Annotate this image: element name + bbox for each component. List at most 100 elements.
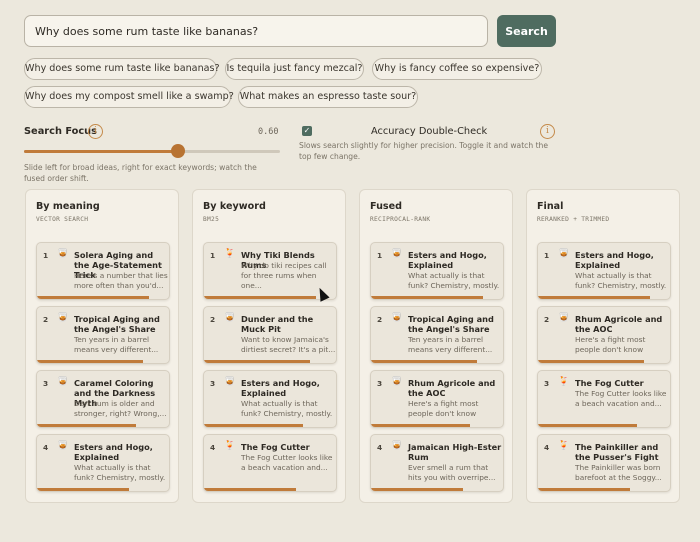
results-column: By meaning VECTOR SEARCH 1 🥃 Solera Aging an… [25, 189, 179, 503]
tiki-cocktail-icon: 🍹 [224, 249, 236, 259]
search-button[interactable]: Search [497, 15, 556, 47]
rum-glass-icon: 🥃 [57, 377, 69, 387]
accuracy-label: Accuracy Double-Check [371, 126, 488, 137]
result-snippet: Here's a fight most people don't know th… [408, 399, 479, 418]
search-input[interactable] [24, 15, 488, 47]
slider-fill [24, 150, 178, 153]
search-focus-help: Slide left for broad ideas, right for ex… [24, 163, 257, 183]
result-title: Esters and Hogo, Explained [408, 250, 487, 270]
result-snippet: Want to know Jamaica's dirtiest secret? … [241, 335, 336, 354]
result-snippet: Dark rum is older and stronger, right? W… [74, 399, 167, 418]
search-bar: Search [24, 15, 556, 48]
result-title: Esters and Hogo, Explained [241, 378, 320, 398]
rum-glass-icon: 🥃 [57, 249, 69, 259]
column-subtitle: RECIPROCAL-RANK [370, 216, 431, 223]
suggestion-chip[interactable]: Why does my compost smell like a swamp? [24, 86, 234, 108]
result-rank: 1 [544, 251, 550, 260]
result-card[interactable]: 1 🥃 Esters and Hogo, Explained What actuall… [537, 242, 671, 300]
column-subtitle: RERANKED + TRIMMED [537, 216, 610, 223]
search-focus-value: 0.60 [258, 127, 279, 137]
result-rank: 1 [210, 251, 216, 260]
rum-glass-icon: 🥃 [57, 441, 69, 451]
result-title: Dunder and the Muck Pit [241, 314, 314, 334]
result-rank: 2 [544, 315, 550, 324]
tiki-cocktail-icon: 🍹 [558, 377, 570, 387]
result-card[interactable]: 2 🥃 Tropical Aging and the Angel's Share Te… [370, 306, 504, 364]
result-rank: 2 [377, 315, 383, 324]
score-bar [538, 360, 644, 363]
result-title: The Fog Cutter [575, 378, 644, 388]
score-bar [538, 296, 651, 299]
result-rank: 4 [377, 443, 383, 452]
result-snippet: What actually is that funk? Chemistry, m… [241, 399, 333, 418]
column-title: Fused [370, 201, 402, 212]
result-title: Rhum Agricole and the AOC [408, 378, 496, 398]
result-snippet: What actually is that funk? Chemistry, m… [74, 463, 166, 482]
info-icon[interactable]: i [88, 124, 103, 139]
result-snippet: Ten years in a barrel means very differe… [408, 335, 493, 354]
result-title: Tropical Aging and the Angel's Share [408, 314, 494, 334]
search-focus-slider[interactable] [24, 144, 280, 158]
result-card[interactable]: 4 🥃 Jamaican High-Ester Rum Ever smell a ru… [370, 434, 504, 492]
result-rank: 3 [544, 379, 550, 388]
column-subtitle: VECTOR SEARCH [36, 216, 89, 223]
score-bar [204, 488, 297, 491]
result-snippet: What actually is that funk? Chemistry, m… [575, 271, 667, 290]
column-title: Final [537, 201, 564, 212]
info-icon[interactable]: i [540, 124, 555, 139]
score-bar [204, 360, 310, 363]
result-title: Tropical Aging and the Angel's Share [74, 314, 160, 334]
result-card[interactable]: 1 🥃 Solera Aging and the Age-Statement Tri… [36, 242, 170, 300]
result-rank: 2 [43, 315, 49, 324]
rum-glass-icon: 🥃 [391, 441, 403, 451]
score-bar [538, 424, 637, 427]
rum-glass-icon: 🥃 [391, 377, 403, 387]
rum-glass-icon: 🥃 [391, 249, 403, 259]
result-card[interactable]: 3 🍹 The Fog Cutter The Fog Cutter looks lik… [537, 370, 671, 428]
result-rank: 4 [43, 443, 49, 452]
suggestion-chip[interactable]: Is tequila just fancy mezcal? [225, 58, 364, 80]
result-card[interactable]: 2 🥃 Tropical Aging and the Angel's Share Te… [36, 306, 170, 364]
score-bar [204, 424, 303, 427]
result-title: The Painkiller and the Pusser's Fight [575, 442, 659, 462]
search-focus-label: Search Focus [24, 126, 97, 137]
result-snippet: The Painkiller was born barefoot at the … [575, 463, 662, 482]
result-card[interactable]: 3 🥃 Esters and Hogo, Explained What actuall… [203, 370, 337, 428]
result-title: Jamaican High-Ester Rum [408, 442, 502, 462]
suggestion-chip[interactable]: Why is fancy coffee so expensive? [372, 58, 542, 80]
accuracy-help: Slows search slightly for higher precisi… [299, 141, 549, 161]
score-bar [37, 360, 143, 363]
results-column: By keyword BM25 1 🍹 Why Tiki Blends Rums Why … [192, 189, 346, 503]
result-snippet: The Fog Cutter looks like a beach vacati… [575, 389, 667, 408]
result-card[interactable]: 1 🥃 Esters and Hogo, Explained What actuall… [370, 242, 504, 300]
rum-glass-icon: 🥃 [224, 313, 236, 323]
result-card[interactable]: 4 🍹 The Fog Cutter The Fog Cutter looks lik… [203, 434, 337, 492]
suggestion-chip[interactable]: What makes an espresso taste sour? [238, 86, 418, 108]
result-title: The Fog Cutter [241, 442, 310, 452]
accuracy-checkbox[interactable]: ✓ [302, 126, 312, 136]
result-card[interactable]: 4 🥃 Esters and Hogo, Explained What actuall… [36, 434, 170, 492]
result-snippet: Ten years in a barrel means very differe… [74, 335, 159, 354]
score-bar [37, 424, 136, 427]
column-title: By meaning [36, 201, 100, 212]
suggestion-chip[interactable]: Why does some rum taste like bananas? [24, 58, 220, 80]
result-card[interactable]: 4 🍹 The Painkiller and the Pusser's Fight T… [537, 434, 671, 492]
column-title: By keyword [203, 201, 266, 212]
results-column: Fused RECIPROCAL-RANK 1 🥃 Esters and Hogo, E… [359, 189, 513, 503]
rum-glass-icon: 🥃 [57, 313, 69, 323]
rum-glass-icon: 🥃 [391, 313, 403, 323]
result-card[interactable]: 3 🥃 Caramel Coloring and the Darkness Myth… [36, 370, 170, 428]
column-subtitle: BM25 [203, 216, 220, 223]
slider-thumb[interactable] [170, 144, 185, 158]
score-bar [371, 488, 464, 491]
result-snippet: The Fog Cutter looks like a beach vacati… [241, 453, 333, 472]
score-bar [538, 488, 631, 491]
rum-glass-icon: 🥃 [558, 249, 570, 259]
score-bar [204, 296, 317, 299]
result-card[interactable]: 2 🥃 Dunder and the Muck Pit Want to know Ja… [203, 306, 337, 364]
result-snippet: Here's a number that lies more often tha… [74, 271, 168, 290]
result-card[interactable]: 2 🥃 Rhum Agricole and the AOC Here's a figh… [537, 306, 671, 364]
result-card[interactable]: 3 🥃 Rhum Agricole and the AOC Here's a figh… [370, 370, 504, 428]
result-rank: 2 [210, 315, 216, 324]
result-rank: 1 [377, 251, 383, 260]
